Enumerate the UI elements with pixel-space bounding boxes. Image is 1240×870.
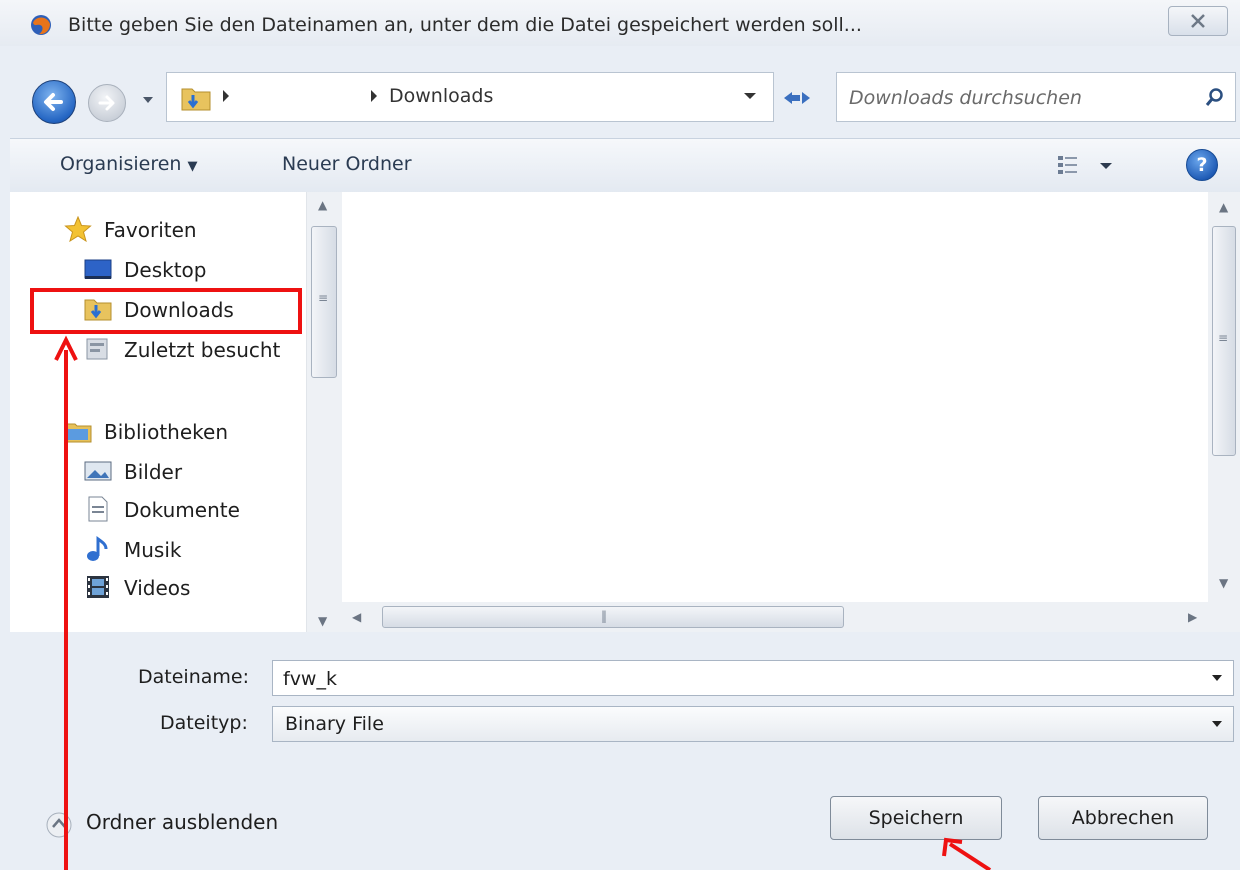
filename-field[interactable] bbox=[272, 660, 1234, 696]
back-button[interactable] bbox=[32, 80, 76, 124]
sidebar-group-label: Bibliotheken bbox=[104, 420, 228, 444]
breadcrumb-current-folder[interactable]: Downloads bbox=[389, 85, 493, 107]
title-bar: Bitte geben Sie den Dateinamen an, unter… bbox=[0, 0, 1240, 46]
scrollbar-corner bbox=[1208, 602, 1240, 632]
libraries-icon bbox=[64, 423, 92, 443]
filename-label: Dateiname: bbox=[138, 666, 249, 688]
sidebar-group-label: Favoriten bbox=[104, 218, 197, 242]
refresh-icon[interactable] bbox=[780, 84, 816, 110]
filetype-value: Binary File bbox=[285, 713, 384, 735]
grip-icon: ‖ bbox=[601, 609, 607, 623]
arrow-left-icon bbox=[44, 93, 63, 111]
scroll-right-icon[interactable]: ▶ bbox=[1188, 610, 1197, 624]
music-icon bbox=[87, 536, 108, 561]
file-list-scroll-thumb[interactable]: ≡ bbox=[1212, 226, 1236, 456]
scroll-up-icon[interactable]: ▲ bbox=[1219, 200, 1228, 214]
view-options-icon[interactable] bbox=[1056, 153, 1120, 179]
file-list-hscroll-thumb[interactable]: ‖ bbox=[382, 606, 844, 628]
sidebar-item-label: Bilder bbox=[124, 460, 183, 484]
chevron-down-icon[interactable] bbox=[1211, 674, 1223, 682]
caret-down-icon: ▼ bbox=[187, 159, 198, 174]
search-icon[interactable] bbox=[1205, 87, 1225, 107]
search-box[interactable] bbox=[836, 72, 1236, 122]
scroll-down-icon[interactable]: ▼ bbox=[1219, 576, 1228, 590]
scroll-up-icon[interactable]: ▲ bbox=[318, 198, 327, 212]
grip-icon: ≡ bbox=[318, 291, 329, 305]
sidebar-item-label: Musik bbox=[124, 538, 182, 562]
sidebar-scrollbar[interactable]: ▲ ≡ ▼ bbox=[306, 192, 343, 632]
file-list-horizontal-scrollbar[interactable]: ◀ ‖ ▶ bbox=[342, 602, 1208, 632]
close-icon bbox=[1191, 14, 1205, 28]
search-input[interactable] bbox=[847, 83, 1171, 113]
address-bar[interactable]: Downloads bbox=[166, 72, 774, 122]
sidebar-item-label: Videos bbox=[124, 576, 191, 600]
desktop-icon bbox=[84, 259, 112, 279]
new-folder-button[interactable]: Neuer Ordner bbox=[282, 153, 412, 175]
scroll-down-icon[interactable]: ▼ bbox=[318, 614, 327, 628]
sidebar-item-label: Dokumente bbox=[124, 498, 240, 522]
save-dialog: Bitte geben Sie den Dateinamen an, unter… bbox=[0, 0, 1240, 870]
documents-icon bbox=[88, 496, 108, 522]
breadcrumb-arrow-icon[interactable] bbox=[221, 89, 231, 103]
filetype-select[interactable]: Binary File bbox=[272, 706, 1234, 742]
close-button[interactable] bbox=[1168, 6, 1228, 36]
chevron-down-icon[interactable] bbox=[1211, 720, 1223, 728]
star-icon bbox=[64, 216, 92, 242]
filename-input[interactable] bbox=[281, 665, 1185, 693]
downloads-folder-icon bbox=[181, 88, 211, 111]
organize-menu[interactable]: Organisieren ▼ bbox=[60, 153, 197, 175]
filetype-label: Dateityp: bbox=[160, 712, 248, 734]
grip-icon: ≡ bbox=[1218, 331, 1229, 345]
cancel-button[interactable]: Abbrechen bbox=[1038, 796, 1208, 840]
navigation-pane: Favoriten Desktop Downloads Zuletzt besu… bbox=[10, 192, 306, 632]
file-list-vertical-scrollbar[interactable]: ▲ ≡ ▼ bbox=[1208, 192, 1240, 602]
file-list-area[interactable] bbox=[342, 192, 1208, 602]
pictures-icon bbox=[84, 461, 112, 481]
hide-folders-icon[interactable] bbox=[44, 810, 74, 840]
annotation-arrow-save bbox=[942, 837, 992, 870]
breadcrumb-arrow-icon[interactable] bbox=[369, 89, 379, 103]
hide-folders-button[interactable]: Ordner ausblenden bbox=[86, 810, 278, 834]
forward-button[interactable] bbox=[88, 84, 126, 122]
videos-icon bbox=[87, 576, 109, 598]
highlight-box bbox=[30, 288, 302, 334]
arrow-right-icon bbox=[98, 95, 115, 111]
chevron-down-icon[interactable] bbox=[743, 91, 757, 101]
scroll-left-icon[interactable]: ◀ bbox=[352, 610, 361, 624]
save-button[interactable]: Speichern bbox=[830, 796, 1002, 840]
organize-label: Organisieren bbox=[60, 153, 182, 175]
breadcrumb-redacted bbox=[235, 83, 367, 113]
sidebar-item-label: Zuletzt besucht bbox=[124, 338, 281, 362]
command-toolbar: Organisieren ▼ Neuer Ordner ? bbox=[10, 138, 1240, 194]
history-dropdown-icon[interactable] bbox=[140, 92, 156, 108]
recent-places-icon bbox=[86, 338, 108, 360]
window-title: Bitte geben Sie den Dateinamen an, unter… bbox=[68, 14, 862, 36]
sidebar-item-label: Desktop bbox=[124, 258, 207, 282]
firefox-icon bbox=[31, 15, 51, 35]
sidebar-scroll-thumb[interactable]: ≡ bbox=[311, 226, 337, 378]
help-button[interactable]: ? bbox=[1186, 149, 1218, 181]
